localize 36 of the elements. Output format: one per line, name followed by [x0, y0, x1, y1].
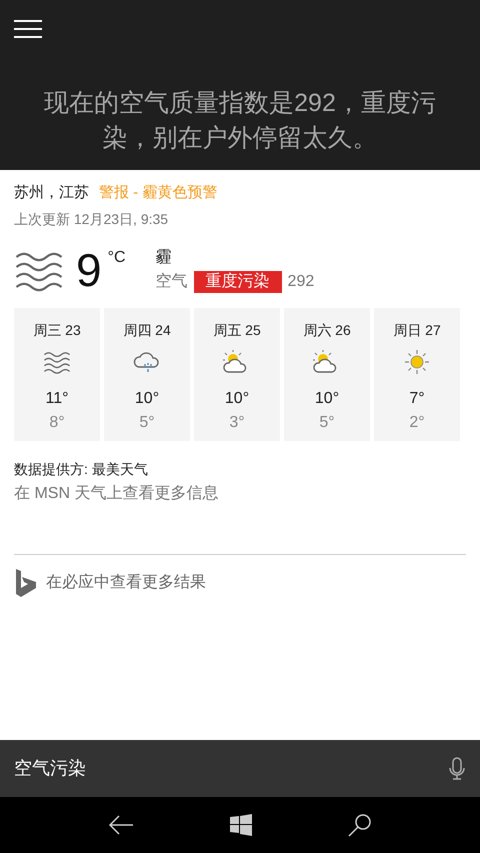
bing-link[interactable]: 在必应中查看更多结果 — [14, 568, 466, 596]
high-temp: 10° — [314, 388, 340, 408]
temperature-text: 9 — [76, 246, 102, 294]
day-text: 周六 26 — [303, 320, 351, 340]
high-temp: 7° — [409, 388, 425, 408]
low-temp: 3° — [229, 412, 245, 432]
provider-text: 数据提供方: 最美天气 — [14, 460, 149, 478]
search-icon[interactable] — [348, 813, 372, 837]
search-field[interactable]: 空气污染 — [14, 755, 448, 782]
high-temp: 10° — [134, 388, 160, 408]
msn-link[interactable]: 在 MSN 天气上查看更多信息 — [14, 482, 466, 506]
search-bar[interactable]: 空气污染 — [0, 740, 480, 797]
high-temp: 10° — [224, 388, 250, 408]
air-quality-badge: 重度污染 — [194, 270, 282, 292]
day-text: 周日 27 — [393, 320, 441, 340]
low-temp: 5° — [319, 412, 335, 432]
low-temp: 5° — [139, 412, 155, 432]
air-label: 空气 — [156, 272, 188, 292]
microphone-icon[interactable] — [448, 756, 466, 780]
aqi-text: 292 — [288, 272, 314, 292]
low-temp: 2° — [409, 412, 425, 432]
low-temp: 8° — [49, 412, 65, 432]
windows-icon[interactable] — [230, 814, 252, 836]
day-text: 周三 23 — [33, 320, 81, 340]
unit-text: °C — [108, 248, 126, 268]
day-text: 周五 25 — [213, 320, 261, 340]
back-icon[interactable] — [108, 814, 134, 836]
menu-icon[interactable] — [14, 20, 42, 38]
updated-text: 上次更新 12月23日, 9:35 — [14, 210, 170, 228]
high-temp: 11° — [45, 388, 68, 408]
headline: 现在的空气质量指数是292，重度污染，别在户外停留太久。 — [43, 88, 437, 154]
sun-icon — [403, 348, 431, 376]
bing-logo-icon — [14, 568, 38, 596]
location-text: 苏州，江苏 — [14, 183, 89, 203]
condition-text: 霾 — [156, 248, 173, 268]
day-text: 周四 24 — [123, 320, 171, 340]
